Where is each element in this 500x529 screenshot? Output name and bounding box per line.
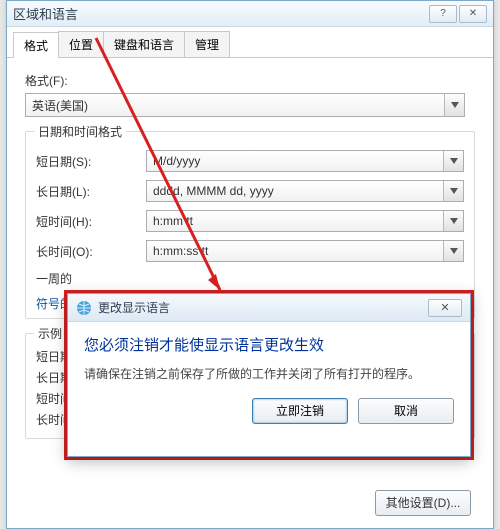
short-time-select[interactable]: h:mm tt	[146, 210, 464, 232]
dialog-titlebar: 更改显示语言 ✕	[68, 294, 470, 322]
format-label: 格式(F):	[25, 72, 475, 89]
window-title: 区域和语言	[13, 4, 78, 23]
tab-location[interactable]: 位置	[58, 31, 104, 57]
cancel-button[interactable]: 取消	[358, 398, 454, 424]
long-time-select[interactable]: h:mm:ss tt	[146, 240, 464, 262]
tab-admin[interactable]: 管理	[184, 31, 230, 57]
long-date-select[interactable]: dddd, MMMM dd, yyyy	[146, 180, 464, 202]
logoff-now-button[interactable]: 立即注销	[252, 398, 348, 424]
chevron-down-icon	[444, 94, 464, 116]
titlebar: 区域和语言 ? ✕	[7, 1, 493, 27]
examples-group-title: 示例	[34, 325, 66, 342]
change-language-dialog: 更改显示语言 ✕ 您必须注销才能使显示语言更改生效 请确保在注销之前保存了所做的…	[67, 293, 471, 457]
chevron-down-icon	[443, 241, 463, 261]
tab-format[interactable]: 格式	[13, 32, 59, 58]
globe-icon	[76, 300, 92, 316]
format-select-value: 英语(美国)	[32, 97, 88, 114]
short-date-value: M/d/yyyy	[153, 154, 200, 168]
dialog-message: 请确保在注销之前保存了所做的工作并关闭了所有打开的程序。	[84, 365, 454, 382]
chevron-down-icon	[443, 181, 463, 201]
dialog-title: 更改显示语言	[98, 299, 170, 316]
dialog-heading: 您必须注销才能使显示语言更改生效	[84, 334, 454, 355]
dialog-close-button[interactable]: ✕	[428, 299, 462, 317]
long-time-label: 长时间(O):	[36, 243, 146, 260]
close-button[interactable]: ✕	[459, 5, 487, 23]
datetime-group-title: 日期和时间格式	[34, 123, 126, 140]
short-time-label: 短时间(H):	[36, 213, 146, 230]
long-date-label: 长日期(L):	[36, 183, 146, 200]
long-time-value: h:mm:ss tt	[153, 244, 208, 258]
week-label: 一周的	[36, 270, 146, 287]
short-date-select[interactable]: M/d/yyyy	[146, 150, 464, 172]
long-date-value: dddd, MMMM dd, yyyy	[153, 184, 274, 198]
dialog-highlight: 更改显示语言 ✕ 您必须注销才能使显示语言更改生效 请确保在注销之前保存了所做的…	[64, 290, 474, 460]
format-select[interactable]: 英语(美国)	[25, 93, 465, 117]
other-settings-button[interactable]: 其他设置(D)...	[375, 490, 471, 516]
short-date-label: 短日期(S):	[36, 153, 146, 170]
tab-strip: 格式 位置 键盘和语言 管理	[7, 27, 493, 58]
short-time-value: h:mm tt	[153, 214, 193, 228]
chevron-down-icon	[443, 151, 463, 171]
chevron-down-icon	[443, 211, 463, 231]
help-button[interactable]: ?	[429, 5, 457, 23]
tab-keyboard[interactable]: 键盘和语言	[103, 31, 185, 57]
